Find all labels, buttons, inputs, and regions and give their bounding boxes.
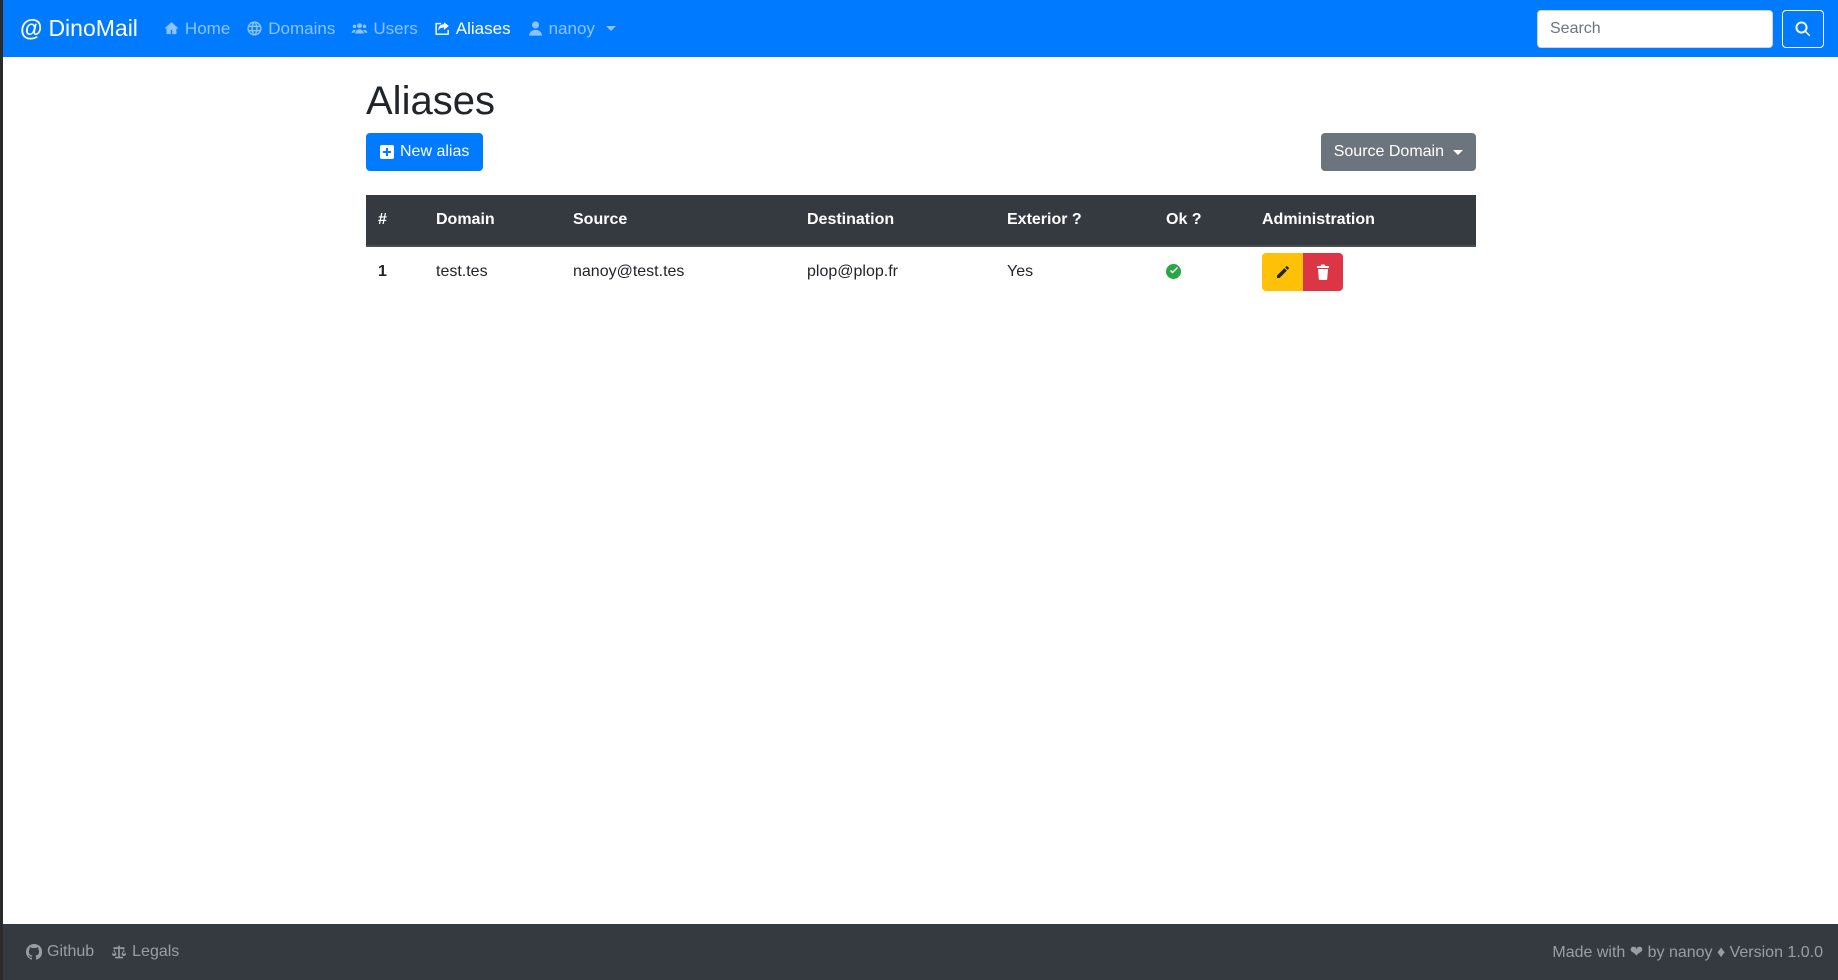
- footer-credit: Made with ❤ by nanoy ♦ Version 1.0.0: [1552, 944, 1823, 961]
- brand-at-icon: @: [20, 15, 43, 41]
- nav-item-label: nanoy: [548, 18, 595, 38]
- search-button[interactable]: [1782, 9, 1824, 48]
- column-header-domain: Domain: [424, 195, 561, 247]
- edit-button[interactable]: [1262, 253, 1303, 291]
- column-header-exterior: Exterior ?: [995, 195, 1154, 247]
- cell-domain: test.tes: [436, 263, 488, 280]
- main-content: Aliases New alias Source Domain # Domain…: [366, 57, 1476, 297]
- delete-button[interactable]: [1303, 253, 1343, 291]
- top-navbar: @ DinoMail Home Domains Users Aliases na…: [3, 0, 1838, 57]
- user-icon: [528, 21, 542, 36]
- window-edge: [0, 0, 3, 980]
- plus-square-icon: [380, 145, 394, 159]
- nav-item-label: Domains: [268, 18, 336, 38]
- nav-menu: Home Domains Users Aliases nanoy: [155, 19, 624, 39]
- chevron-down-icon: [605, 26, 616, 31]
- table-header: # Domain Source Destination Exterior ? O…: [366, 195, 1476, 247]
- globe-icon: [247, 21, 262, 36]
- cell-destination: plop@plop.fr: [807, 263, 898, 280]
- cell-index: 1: [378, 263, 387, 280]
- home-icon: [164, 22, 179, 35]
- search-input[interactable]: [1537, 9, 1773, 48]
- balance-scale-icon: [111, 945, 127, 959]
- cell-source: nanoy@test.tes: [573, 263, 685, 280]
- chevron-down-icon: [1453, 149, 1463, 155]
- new-alias-label: New alias: [400, 143, 470, 160]
- cell-administration: [1250, 246, 1476, 297]
- column-header-administration: Administration: [1250, 195, 1476, 247]
- new-alias-button[interactable]: New alias: [366, 133, 484, 171]
- footer: Github Legals Made with ❤ by nanoy ♦ Ver…: [3, 924, 1838, 980]
- nav-item-label: Aliases: [455, 18, 511, 38]
- table-row: 1 test.tes nanoy@test.tes plop@plop.fr Y…: [366, 246, 1476, 297]
- footer-links: Github Legals: [26, 943, 179, 961]
- share-icon: [435, 22, 449, 35]
- page-title: Aliases: [366, 79, 495, 123]
- legals-label: Legals: [132, 943, 180, 960]
- column-header-destination: Destination: [795, 195, 995, 247]
- column-header-index: #: [366, 195, 424, 247]
- github-label: Github: [47, 943, 95, 960]
- check-circle-icon: [1166, 263, 1181, 279]
- brand-name: DinoMail: [48, 15, 138, 41]
- users-icon: [352, 23, 368, 34]
- nav-item-label: Users: [373, 18, 418, 38]
- nav-item-domains[interactable]: Domains: [238, 19, 343, 39]
- trash-icon: [1317, 264, 1329, 280]
- legals-link[interactable]: Legals: [111, 943, 179, 961]
- admin-button-group: [1262, 253, 1464, 291]
- toolbar: New alias Source Domain: [366, 133, 1476, 171]
- nav-item-home[interactable]: Home: [155, 19, 238, 39]
- search-form: [1537, 9, 1824, 48]
- nav-item-label: Home: [184, 18, 231, 38]
- cell-ok: [1154, 246, 1250, 297]
- source-domain-dropdown[interactable]: Source Domain: [1320, 133, 1476, 171]
- column-header-source: Source: [561, 195, 795, 247]
- cell-exterior: Yes: [1007, 263, 1034, 280]
- brand-link[interactable]: @ DinoMail: [20, 15, 138, 42]
- column-header-ok: Ok ?: [1154, 195, 1250, 247]
- source-domain-label: Source Domain: [1333, 143, 1444, 160]
- pencil-icon: [1276, 266, 1289, 278]
- nav-item-users[interactable]: Users: [343, 19, 425, 39]
- nav-item-user-dropdown[interactable]: nanoy: [519, 19, 624, 39]
- nav-item-aliases[interactable]: Aliases: [426, 19, 519, 39]
- search-icon: [1795, 20, 1811, 36]
- github-icon: [26, 944, 42, 960]
- aliases-table: # Domain Source Destination Exterior ? O…: [366, 195, 1476, 297]
- github-link[interactable]: Github: [26, 943, 94, 961]
